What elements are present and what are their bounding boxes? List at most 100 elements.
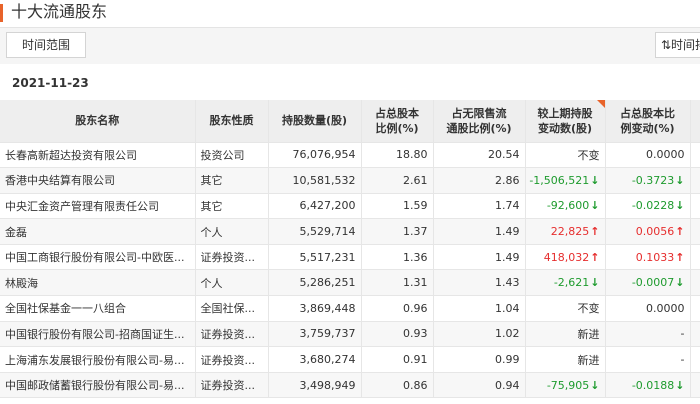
row-overflow-cell (690, 218, 700, 245)
share-count-value: 5,529,714 (299, 225, 356, 239)
toolbar: 时间范围 ⇅时间排 (0, 28, 700, 64)
float-share-pct-value: 1.04 (495, 301, 520, 315)
col-header-nature: 股东性质 (195, 100, 269, 143)
share-count: 10,581,532 (268, 167, 362, 194)
share-count-value: 5,286,251 (299, 276, 356, 290)
share-count-value: 3,759,737 (299, 327, 356, 341)
table-row: 上海浦东发展银行股份有限公司-易... 证券投资... 3,680,274 0.91 0… (0, 346, 700, 373)
share-change: -1,506,521↓ (525, 167, 606, 194)
total-share-pct-value: 1.36 (403, 250, 428, 264)
share-change: 不变 (525, 142, 606, 169)
time-sort-button[interactable]: ⇅时间排 (655, 32, 700, 58)
float-share-pct: 2.86 (433, 167, 526, 194)
shareholder-name-value: 中国邮政储蓄银行股份有限公司-易... (5, 379, 185, 393)
shareholder-name: 香港中央结算有限公司 (0, 167, 196, 194)
float-share-pct: 0.99 (433, 346, 526, 373)
shareholder-nature: 证券投资... (195, 372, 269, 399)
shareholder-name: 林殿海 (0, 269, 196, 297)
float-share-pct-value: 0.99 (495, 353, 520, 367)
float-share-pct-value: 2.86 (495, 173, 520, 187)
shareholder-nature: 全国社保... (195, 295, 269, 322)
arrow-down-icon: ↓ (590, 378, 600, 392)
total-share-pct: 1.36 (361, 244, 434, 271)
shareholder-nature: 其它 (195, 167, 269, 194)
table-row: 长春高新超达投资有限公司 投资公司 76,076,954 18.80 20.54 不变 0.… (0, 142, 700, 169)
share-count: 3,869,448 (268, 295, 362, 322)
share-change-pct-value: 0.0000 (646, 148, 685, 162)
share-change-pct: 0.0000 (605, 142, 691, 169)
float-share-pct-value: 0.94 (495, 378, 520, 392)
share-change-value: 新进 (577, 327, 600, 341)
share-change-pct-value: -0.0188 (631, 378, 675, 392)
share-change-value: -75,905 (546, 378, 590, 392)
shareholder-nature: 投资公司 (195, 142, 269, 169)
report-date: 2021-11-23 (12, 76, 89, 90)
col-header-overflow (690, 100, 700, 143)
time-range-button[interactable]: 时间范围 (6, 32, 86, 58)
share-change: -2,621↓ (525, 269, 606, 297)
row-overflow-cell (690, 346, 700, 373)
share-count: 5,286,251 (268, 269, 362, 297)
section-header: 十大流通股东 (0, 0, 700, 28)
shareholder-name-value: 中国银行股份有限公司-招商国证生... (5, 327, 185, 341)
shareholder-name-value: 长春高新超达投资有限公司 (5, 148, 137, 162)
table-row: 中国工商银行股份有限公司-中欧医... 证券投资... 5,517,231 1.36 1… (0, 244, 700, 271)
share-change-pct: -0.0007↓ (605, 269, 691, 297)
share-count: 5,529,714 (268, 218, 362, 245)
total-share-pct: 1.31 (361, 269, 434, 297)
share-count: 3,680,274 (268, 346, 362, 373)
table-row: 中央汇金资产管理有限责任公司 其它 6,427,200 1.59 1.74 -92,600… (0, 193, 700, 220)
share-count-value: 3,869,448 (299, 301, 356, 315)
shareholder-name: 中国工商银行股份有限公司-中欧医... (0, 244, 196, 271)
total-share-pct-value: 1.31 (403, 276, 428, 290)
share-change-pct: -0.3723↓ (605, 167, 691, 194)
share-change: 不变 (525, 295, 606, 322)
shareholder-name-value: 林殿海 (5, 276, 38, 290)
float-share-pct-value: 1.74 (495, 199, 520, 213)
share-change-value: 418,032 (543, 250, 590, 264)
shareholder-name-value: 上海浦东发展银行股份有限公司-易... (5, 353, 185, 367)
float-share-pct: 1.04 (433, 295, 526, 322)
row-overflow-cell (690, 295, 700, 322)
arrow-down-icon: ↓ (590, 173, 600, 187)
section-title: 十大流通股东 (11, 2, 108, 21)
float-share-pct-value: 1.43 (495, 276, 520, 290)
col-header-total-pct: 占总股本 比例(%) (361, 100, 434, 143)
shareholder-nature-value: 其它 (200, 174, 223, 188)
float-share-pct-value: 1.49 (495, 250, 520, 264)
arrow-down-icon: ↓ (675, 276, 685, 290)
arrow-down-icon: ↓ (675, 199, 685, 213)
share-change-pct: 0.0000 (605, 295, 691, 322)
float-share-pct: 0.94 (433, 372, 526, 399)
share-change-pct-value: - (680, 327, 685, 341)
share-count-value: 10,581,532 (292, 173, 356, 187)
share-change-pct: - (605, 321, 691, 348)
share-change-pct-value: 0.0000 (646, 301, 685, 315)
share-change-pct-value: 0.1033 (635, 250, 675, 264)
share-change-pct-value: 0.0056 (635, 225, 675, 239)
total-share-pct-value: 18.80 (396, 148, 428, 162)
arrow-up-icon: ↑ (590, 225, 600, 239)
row-overflow-cell (690, 372, 700, 399)
col-header-change[interactable]: 较上期持股 变动数(股) (525, 100, 606, 143)
arrow-up-icon: ↑ (590, 250, 600, 264)
float-share-pct-value: 1.02 (495, 327, 520, 341)
share-count-value: 5,517,231 (299, 250, 356, 264)
shareholder-nature-value: 证券投资... (200, 379, 256, 393)
total-share-pct-value: 1.37 (403, 225, 428, 239)
share-count-value: 76,076,954 (292, 148, 356, 162)
col-header-name: 股东名称 (0, 100, 196, 143)
table-row: 香港中央结算有限公司 其它 10,581,532 2.61 2.86 -1,506,521… (0, 167, 700, 194)
shareholder-nature: 个人 (195, 269, 269, 297)
share-change-value: 不变 (577, 302, 600, 316)
share-change: -92,600↓ (525, 193, 606, 220)
total-share-pct: 0.93 (361, 321, 434, 348)
shareholder-nature-value: 证券投资... (200, 251, 256, 265)
row-overflow-cell (690, 321, 700, 348)
row-overflow-cell (690, 167, 700, 194)
total-share-pct: 18.80 (361, 142, 434, 169)
share-count-value: 3,680,274 (299, 353, 356, 367)
shareholder-name-value: 中国工商银行股份有限公司-中欧医... (5, 251, 185, 265)
table-row: 金磊 个人 5,529,714 1.37 1.49 22,825↑ 0.0056↑ (0, 218, 700, 245)
share-change: 新进 (525, 346, 606, 373)
